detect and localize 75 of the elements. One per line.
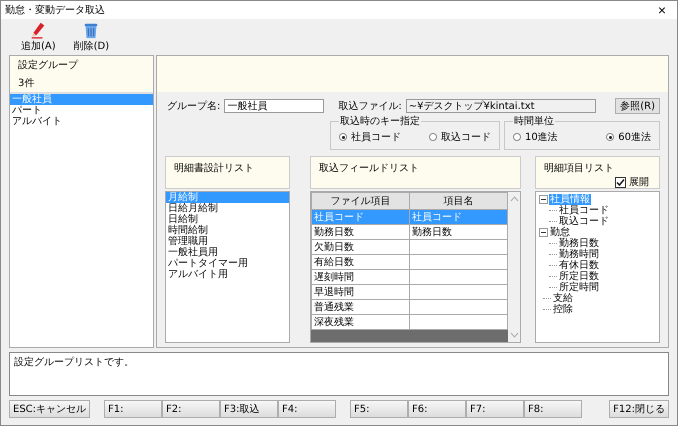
- radio-option[interactable]: 取込コード: [429, 130, 491, 144]
- table-cell[interactable]: [410, 284, 508, 300]
- group-title: 設定グループ: [18, 58, 80, 72]
- radio-icon[interactable]: [606, 133, 614, 141]
- tree-item[interactable]: 所定日数: [558, 271, 600, 282]
- list-title: 明細書設計リスト: [174, 163, 254, 174]
- tree-item[interactable]: 勤務日数: [558, 238, 600, 249]
- tree-item[interactable]: 控除: [552, 304, 574, 315]
- tree-item[interactable]: 支給: [552, 293, 574, 304]
- tree-item[interactable]: 所定時間: [558, 282, 600, 293]
- function-key-button[interactable]: F3:取込: [220, 400, 278, 418]
- design-item[interactable]: 日給月給制: [166, 203, 289, 214]
- radio-option[interactable]: 10進法: [513, 130, 558, 144]
- column-header: ファイル項目: [312, 192, 410, 210]
- table-cell[interactable]: [410, 270, 508, 284]
- scroll-down-icon[interactable]: [510, 332, 518, 338]
- design-item[interactable]: 一般社員用: [166, 247, 289, 258]
- table-cell[interactable]: 遅刻時間: [312, 270, 410, 284]
- scrollbar[interactable]: [508, 192, 520, 342]
- function-key-button[interactable]: F12:閉じる: [609, 400, 669, 418]
- design-item[interactable]: 日給制: [166, 214, 289, 225]
- toolbar-button[interactable]: 追加(A): [15, 19, 62, 55]
- design-item[interactable]: パートタイマー用: [166, 258, 289, 269]
- function-key-button[interactable]: F2:: [162, 400, 220, 418]
- radio-icon[interactable]: [339, 133, 347, 141]
- function-key-button[interactable]: F5:: [350, 400, 408, 418]
- table-cell[interactable]: 勤務日数: [410, 224, 508, 240]
- message-text: 設定グループリストです。: [14, 357, 134, 368]
- function-key-button[interactable]: F7:: [466, 400, 524, 418]
- browse-button[interactable]: 参照(R): [615, 98, 660, 114]
- table-cell[interactable]: [410, 254, 508, 270]
- table-cell[interactable]: 早退時間: [312, 284, 410, 300]
- table-cell[interactable]: [410, 300, 508, 314]
- function-key-button[interactable]: F6:: [408, 400, 466, 418]
- scroll-up-icon[interactable]: [510, 196, 518, 202]
- group-name-label: グループ名:: [167, 100, 220, 113]
- function-key-button[interactable]: F1:: [104, 400, 162, 418]
- file-field[interactable]: ~¥デスクトップ¥kintai.txt: [406, 99, 596, 113]
- expand-checkbox[interactable]: 展開: [615, 175, 649, 189]
- option-group-title: 取込時のキー指定: [339, 114, 421, 128]
- radio-icon[interactable]: [429, 133, 437, 141]
- tree-item[interactable]: 取込コード: [558, 216, 610, 227]
- checkbox-icon[interactable]: [615, 176, 626, 188]
- group-count: 3件: [18, 77, 36, 90]
- collapse-icon[interactable]: [539, 195, 548, 204]
- column-header: 項目名: [410, 192, 508, 210]
- close-button[interactable]: ×: [647, 1, 677, 19]
- table-cell[interactable]: 欠勤日数: [312, 240, 410, 254]
- function-key-button[interactable]: F8:: [524, 400, 582, 418]
- list-title: 取込フィールドリスト: [319, 163, 419, 174]
- group-name-field[interactable]: 一般社員: [224, 99, 324, 113]
- group-item[interactable]: パート: [10, 105, 153, 116]
- function-key-button[interactable]: ESC:キャンセル: [9, 400, 90, 418]
- option-group-title: 時間単位: [513, 114, 555, 128]
- file-label: 取込ファイル:: [338, 100, 402, 113]
- collapse-icon[interactable]: [539, 228, 548, 237]
- radio-option[interactable]: 60進法: [606, 130, 651, 144]
- table-cell[interactable]: 有給日数: [312, 254, 410, 270]
- design-item[interactable]: 管理職用: [166, 236, 289, 247]
- tree-item[interactable]: 勤務時間: [558, 249, 600, 260]
- design-item[interactable]: 時間給制: [166, 225, 289, 236]
- design-item[interactable]: アルバイト用: [166, 269, 289, 280]
- function-key-button[interactable]: F4:: [278, 400, 336, 418]
- table-cell[interactable]: 普通残業: [312, 300, 410, 314]
- tree-item[interactable]: 社員コード: [558, 205, 610, 216]
- window-title: 勤怠・変動データ取込: [5, 4, 105, 17]
- radio-option[interactable]: 社員コード: [339, 130, 401, 144]
- tree-item[interactable]: 勤怠: [549, 227, 571, 238]
- toolbar-button[interactable]: 削除(D): [68, 19, 116, 55]
- table-cell[interactable]: 勤務日数: [312, 224, 410, 240]
- tree-item[interactable]: 有休日数: [558, 260, 600, 271]
- list-title: 明細項目リスト: [544, 162, 615, 175]
- group-item[interactable]: アルバイト: [10, 116, 153, 127]
- table-cell[interactable]: [410, 240, 508, 254]
- radio-icon[interactable]: [513, 133, 521, 141]
